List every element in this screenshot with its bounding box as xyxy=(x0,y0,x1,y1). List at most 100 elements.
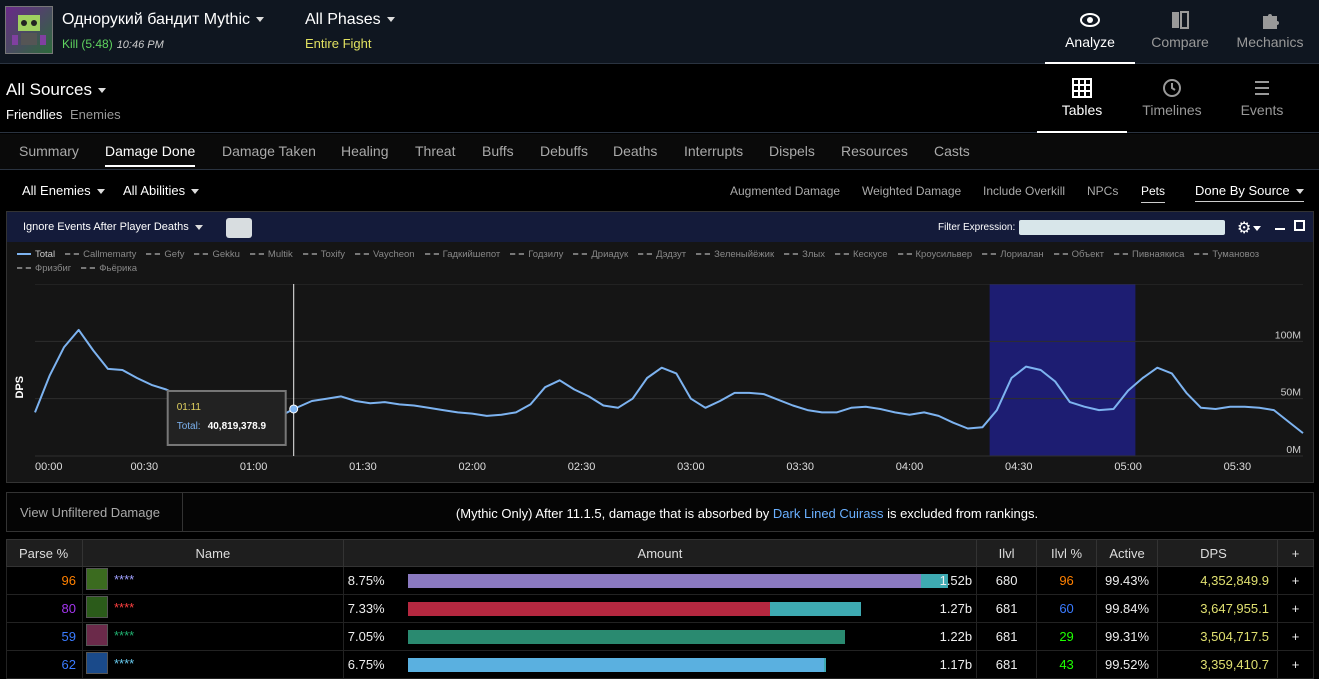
legend-swatch xyxy=(302,253,317,256)
expand-row-button[interactable]: + xyxy=(1276,622,1315,651)
toggle-augmented-damage[interactable]: Augmented Damage xyxy=(730,184,840,198)
tab-dispels[interactable]: Dispels xyxy=(769,143,815,159)
name-cell[interactable]: **** xyxy=(81,650,344,679)
avatar xyxy=(85,596,108,618)
x-tick-label: 04:30 xyxy=(1005,461,1033,473)
tab-deaths[interactable]: Deaths xyxy=(613,143,657,159)
cursor-point xyxy=(289,404,299,414)
source-selector[interactable]: All Sources xyxy=(6,80,106,100)
abilities-dropdown[interactable]: All Abilities xyxy=(123,183,200,198)
legend-item[interactable]: Multik xyxy=(249,248,293,262)
done-by-dropdown[interactable]: Done By Source xyxy=(1195,183,1304,202)
damage-amount: 1.27b xyxy=(939,601,973,616)
dps-cell: 3,504,717.5 xyxy=(1157,622,1278,651)
tab-summary[interactable]: Summary xyxy=(19,143,79,159)
filter-bar: All Enemies All Abilities Augmented Dama… xyxy=(0,171,1319,209)
toggle-pets[interactable]: Pets xyxy=(1141,184,1166,203)
legend-item[interactable]: Callmemarty xyxy=(65,248,136,262)
legend-item[interactable]: Vaycheon xyxy=(355,248,415,262)
legend-item[interactable]: Годзилу xyxy=(510,248,563,262)
legend-item[interactable]: Злых xyxy=(784,248,825,262)
ilvl-percent-cell: 43 xyxy=(1036,650,1098,679)
header-ilvl-percent[interactable]: Ilvl % xyxy=(1036,539,1098,567)
table-row[interactable]: 80 **** 7.33% 1.27b 681 60 99.84% 3,647,955.1 + xyxy=(6,594,1315,623)
toggle-include-overkill[interactable]: Include Overkill xyxy=(983,184,1065,198)
legend-item[interactable]: Total xyxy=(17,248,55,262)
expand-row-button[interactable]: + xyxy=(1276,594,1315,623)
legend-item[interactable]: Gefy xyxy=(146,248,184,262)
toggle-weighted-damage[interactable]: Weighted Damage xyxy=(862,184,961,198)
tab-interrupts[interactable]: Interrupts xyxy=(684,143,743,159)
header-expand[interactable]: + xyxy=(1276,539,1315,567)
chevron-down-icon xyxy=(96,189,105,195)
damage-percent: 7.05% xyxy=(347,629,385,644)
table-header-row: Parse % Name Amount Ilvl Ilvl % Active D… xyxy=(6,539,1315,567)
gear-icon[interactable]: ⚙ xyxy=(1237,218,1265,237)
view-timelines[interactable]: Timelines xyxy=(1127,65,1217,133)
filter-expression-input[interactable] xyxy=(1019,220,1225,235)
header-dps[interactable]: DPS xyxy=(1157,539,1278,567)
damage-bar-pet xyxy=(823,658,827,672)
phase-selector[interactable]: All Phases xyxy=(305,11,395,29)
tab-buffs[interactable]: Buffs xyxy=(482,143,514,159)
view-tables[interactable]: Tables xyxy=(1037,65,1127,133)
tab-damage-taken[interactable]: Damage Taken xyxy=(222,143,316,159)
legend-item[interactable]: Пивнаякиса xyxy=(1114,248,1184,262)
x-tick-label: 05:00 xyxy=(1114,461,1142,473)
nav-compare[interactable]: Compare xyxy=(1135,0,1225,64)
name-cell[interactable]: **** xyxy=(81,594,344,623)
expand-row-button[interactable]: + xyxy=(1276,650,1315,679)
toggle-npcs[interactable]: NPCs xyxy=(1087,184,1118,198)
damage-bar-main xyxy=(407,658,824,672)
header-ilvl[interactable]: Ilvl xyxy=(976,539,1038,567)
view-events[interactable]: Events xyxy=(1217,65,1307,133)
tab-threat[interactable]: Threat xyxy=(415,143,455,159)
enemies-dropdown[interactable]: All Enemies xyxy=(22,183,105,198)
view-unfiltered-damage-link[interactable]: View Unfiltered Damage xyxy=(20,505,160,520)
legend-item[interactable]: Дэдзут xyxy=(638,248,686,262)
legend-item[interactable]: Gekku xyxy=(194,248,240,262)
legend-item[interactable]: Фризбиг xyxy=(17,262,71,276)
name-cell[interactable]: **** xyxy=(81,566,344,595)
chevron-down-icon xyxy=(97,88,106,94)
ignore-events-dropdown[interactable]: Ignore Events After Player Deaths xyxy=(23,221,203,233)
ranking-notice: (Mythic Only) After 11.1.5, damage that … xyxy=(182,506,1312,521)
legend-item[interactable]: Кроусильвер xyxy=(897,248,973,262)
table-row[interactable]: 96 **** 8.75% 1.52b 680 96 99.43% 4,352,849.9 + xyxy=(6,566,1315,595)
header-parse[interactable]: Parse % xyxy=(6,539,83,567)
legend-item[interactable]: Дриадук xyxy=(573,248,628,262)
tab-resources[interactable]: Resources xyxy=(841,143,908,159)
legend-item[interactable]: Toxify xyxy=(302,248,345,262)
name-cell[interactable]: **** xyxy=(81,622,344,651)
legend-item[interactable]: Кескусе xyxy=(834,248,888,262)
legend-item[interactable]: Зеленыйёжик xyxy=(696,248,774,262)
tab-debuffs[interactable]: Debuffs xyxy=(540,143,588,159)
dark-lined-cuirass-link[interactable]: Dark Lined Cuirass xyxy=(773,506,884,521)
maximize-icon[interactable] xyxy=(1294,220,1305,231)
legend-label: Кроусильвер xyxy=(915,249,973,260)
x-tick-label: 03:00 xyxy=(677,461,705,473)
tab-damage-done[interactable]: Damage Done xyxy=(105,143,196,167)
legend-item[interactable]: Лориалан xyxy=(982,248,1044,262)
table-row[interactable]: 62 **** 6.75% 1.17b 681 43 99.52% 3,359,410.7 + xyxy=(6,650,1315,679)
legend-item[interactable]: Фьёрика xyxy=(81,262,137,276)
header-active[interactable]: Active xyxy=(1096,539,1159,567)
legend-item[interactable]: Гадкийшепот xyxy=(424,248,500,262)
color-toggle-button[interactable] xyxy=(226,218,252,238)
header-amount[interactable]: Amount xyxy=(342,539,978,567)
table-row[interactable]: 59 **** 7.05% 1.22b 681 29 99.31% 3,504,717.5 + xyxy=(6,622,1315,651)
minimize-icon[interactable] xyxy=(1275,228,1285,230)
header-name[interactable]: Name xyxy=(81,539,344,567)
legend-label: Дэдзут xyxy=(656,249,687,260)
fight-selector[interactable]: Однорукий бандит Mythic xyxy=(62,11,265,29)
legend-item[interactable]: Тумановоз xyxy=(1194,248,1259,262)
enemies-filter[interactable]: Enemies xyxy=(70,107,121,122)
parse-cell: 59 xyxy=(6,622,83,651)
legend-item[interactable]: Объект xyxy=(1053,248,1104,262)
nav-analyze[interactable]: Analyze xyxy=(1045,0,1135,64)
tab-casts[interactable]: Casts xyxy=(934,143,970,159)
expand-row-button[interactable]: + xyxy=(1276,566,1315,595)
friendlies-filter[interactable]: Friendlies xyxy=(6,107,62,122)
tab-healing[interactable]: Healing xyxy=(341,143,388,159)
nav-mechanics[interactable]: Mechanics xyxy=(1225,0,1315,64)
